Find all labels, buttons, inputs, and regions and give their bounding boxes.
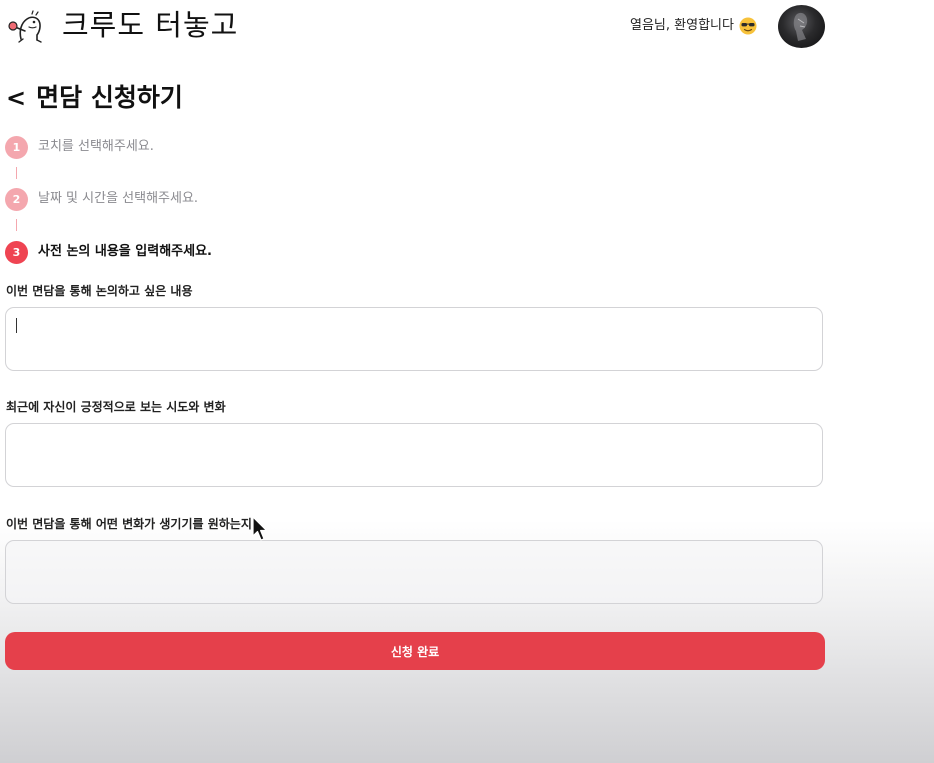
submit-button[interactable]: 신청 완료 bbox=[5, 632, 825, 670]
step-connector bbox=[16, 219, 17, 231]
dinosaur-mascot-icon[interactable] bbox=[7, 9, 47, 43]
page-title-text: 면담 신청하기 bbox=[36, 83, 183, 112]
step-label: 코치를 선택해주세요. bbox=[38, 139, 154, 154]
welcome-message: 열음님, 환영합니다 bbox=[630, 18, 734, 33]
desired-changes-textarea[interactable] bbox=[5, 540, 823, 604]
field-label-discussion-topic: 이번 면담을 통해 논의하고 싶은 내용 bbox=[6, 284, 193, 298]
field-label-desired-changes: 이번 면담을 통해 어떤 변화가 생기기를 원하는지 bbox=[6, 517, 252, 531]
text-caret bbox=[16, 318, 17, 333]
step-2[interactable]: 2 날짜 및 시간을 선택해주세요. bbox=[5, 187, 199, 211]
page-title: < 면담 신청하기 bbox=[6, 82, 183, 114]
step-3[interactable]: 3 사전 논의 내용을 입력해주세요. bbox=[5, 240, 212, 264]
app-logo-text[interactable]: 크루도 터놓고 bbox=[62, 6, 238, 44]
field-label-recent-changes: 최근에 자신이 긍정적으로 보는 시도와 변화 bbox=[6, 400, 226, 414]
avatar-image bbox=[793, 12, 808, 41]
back-button[interactable]: < bbox=[6, 82, 26, 114]
step-number-badge: 3 bbox=[5, 240, 28, 264]
discussion-topic-textarea[interactable] bbox=[5, 307, 823, 371]
step-1[interactable]: 1 코치를 선택해주세요. bbox=[5, 135, 154, 159]
sunglasses-face-icon bbox=[739, 17, 757, 35]
user-avatar[interactable] bbox=[778, 5, 825, 48]
step-connector bbox=[16, 167, 17, 179]
step-number-badge: 2 bbox=[5, 187, 28, 211]
mouse-pointer-icon bbox=[252, 516, 268, 541]
step-label: 날짜 및 시간을 선택해주세요. bbox=[38, 191, 199, 206]
app-header: 크루도 터놓고 열음님, 환영합니다 bbox=[0, 0, 934, 52]
step-label: 사전 논의 내용을 입력해주세요. bbox=[38, 244, 212, 259]
recent-changes-textarea[interactable] bbox=[5, 423, 823, 487]
step-number-badge: 1 bbox=[5, 135, 28, 159]
